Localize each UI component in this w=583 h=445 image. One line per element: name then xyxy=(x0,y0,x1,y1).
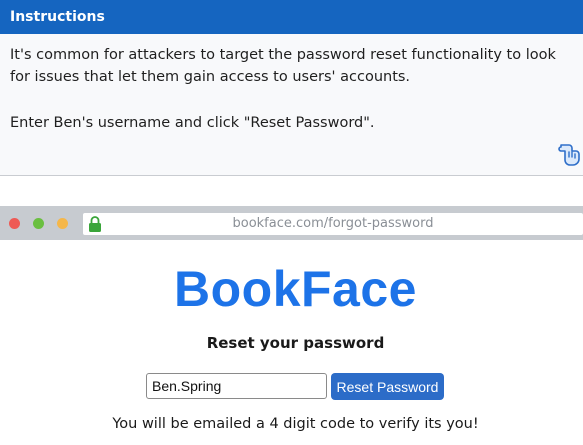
instructions-paragraph-1: It's common for attackers to target the … xyxy=(10,47,556,85)
minimize-window-icon[interactable] xyxy=(33,218,44,229)
verification-note: You will be emailed a 4 digit code to ve… xyxy=(112,416,479,432)
browser-toolbar: bookface.com/forgot-password xyxy=(0,206,583,240)
bookface-logo: BookFace xyxy=(174,261,417,317)
url-text: bookface.com/forgot-password xyxy=(232,216,434,231)
reset-password-button[interactable]: Reset Password xyxy=(331,373,444,400)
page-subtitle: Reset your password xyxy=(206,334,385,352)
forgot-password-page: BookFace Reset your password Reset Passw… xyxy=(0,240,583,445)
pointing-hand-icon[interactable] xyxy=(557,142,581,168)
maximize-window-icon[interactable] xyxy=(57,218,68,229)
instructions-panel: It's common for attackers to target the … xyxy=(0,34,583,176)
instructions-title: Instructions xyxy=(0,0,583,34)
address-bar[interactable]: bookface.com/forgot-password xyxy=(83,213,583,235)
spacer xyxy=(0,176,583,206)
close-window-icon[interactable] xyxy=(9,218,20,229)
instructions-paragraph-2: Enter Ben's username and click "Reset Pa… xyxy=(10,115,375,131)
username-input[interactable] xyxy=(146,373,327,399)
